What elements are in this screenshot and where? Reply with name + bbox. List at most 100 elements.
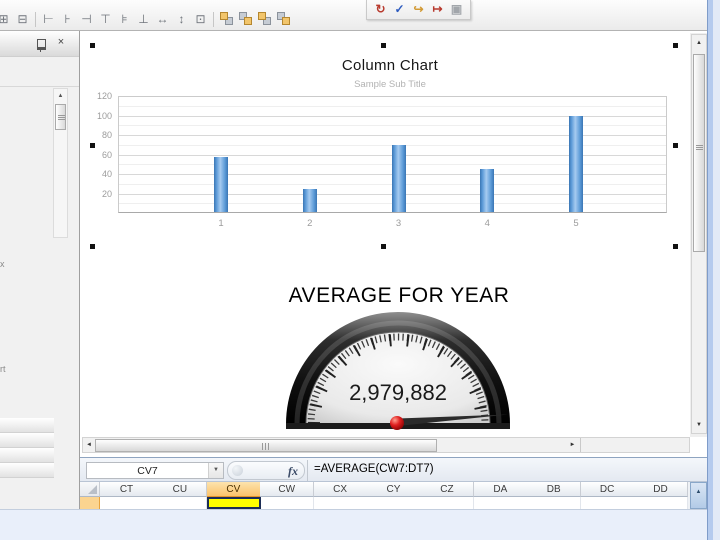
gauge-value: 2,979,882 — [349, 380, 447, 405]
cell-cu[interactable] — [153, 497, 208, 509]
scroll-down-icon[interactable]: ▼ — [693, 419, 705, 431]
cell-da[interactable] — [473, 497, 528, 509]
list-item[interactable] — [0, 418, 54, 433]
thumb-grip — [58, 115, 65, 120]
selection-handle[interactable] — [673, 143, 678, 148]
column-header-dc[interactable]: DC — [580, 482, 635, 497]
select-all-corner[interactable] — [80, 482, 100, 497]
selection-handle[interactable] — [673, 244, 678, 249]
panel-scrollbar[interactable]: ▲ — [53, 88, 68, 238]
refresh-icon[interactable]: ↻ — [371, 2, 390, 17]
scroll-up-icon[interactable]: ▲ — [55, 90, 66, 102]
sheet-header-area: CT CU CV CW CX CY CZ DA DB DC DD ▲ — [80, 482, 707, 509]
cell-db[interactable] — [527, 497, 582, 509]
same-height-icon[interactable]: ↕ — [172, 11, 191, 27]
bring-to-front-icon[interactable] — [217, 11, 236, 27]
cell-cz[interactable] — [420, 497, 475, 509]
cell-dc[interactable] — [580, 497, 635, 509]
window-border-outer — [713, 0, 720, 540]
selection-handle[interactable] — [673, 43, 678, 48]
column-header-ct[interactable]: CT — [100, 482, 154, 497]
cell-cv[interactable] — [206, 497, 261, 509]
y-axis-label: 20 — [101, 188, 112, 199]
scroll-up-icon[interactable]: ▲ — [693, 487, 704, 498]
formula-bar: CV7 ▼ fx =AVERAGE(CW7:DT7) — [80, 457, 707, 482]
toolbar-separator — [213, 11, 214, 27]
scroll-right-icon[interactable]: ► — [567, 439, 578, 452]
formula-bar-handle — [232, 465, 243, 476]
bring-forward-icon[interactable] — [255, 11, 274, 27]
gauge-object[interactable]: 2,979,882 — [283, 310, 513, 430]
selection-handle[interactable] — [381, 244, 386, 249]
toolbar-separator — [35, 11, 36, 27]
cell-cw[interactable] — [260, 497, 315, 509]
align-bottom-icon[interactable]: ⊥ — [134, 11, 153, 27]
row-header[interactable] — [80, 497, 100, 509]
column-header-cy[interactable]: CY — [367, 482, 421, 497]
name-box[interactable]: CV7 ▼ — [86, 462, 224, 479]
x-axis-label: 3 — [395, 218, 402, 229]
export-icon[interactable]: ↦ — [428, 2, 447, 17]
divider — [307, 460, 308, 481]
name-box-dropdown-icon[interactable]: ▼ — [208, 463, 223, 478]
align-middle-icon[interactable]: ⊧ — [115, 11, 134, 27]
same-size-icon[interactable]: ⊡ — [191, 11, 210, 27]
average-for-year-label[interactable]: AVERAGE FOR YEAR — [80, 284, 691, 308]
list-item[interactable] — [0, 448, 54, 463]
scrollbar-thumb[interactable] — [55, 104, 66, 130]
y-axis-label: 60 — [101, 149, 112, 160]
chart-subtitle: Sample Sub Title — [354, 79, 426, 90]
column-header-cx[interactable]: CX — [313, 482, 368, 497]
align-top-icon[interactable]: ⊤ — [96, 11, 115, 27]
pin-icon[interactable] — [37, 39, 46, 52]
selection-handle[interactable] — [90, 244, 95, 249]
align-center-icon[interactable]: ⊦ — [58, 11, 77, 27]
scrollbar-thumb[interactable] — [693, 54, 705, 252]
column-header-cz[interactable]: CZ — [420, 482, 475, 497]
same-width-icon[interactable]: ↔ — [153, 11, 172, 27]
align-right-icon[interactable]: ⊣ — [77, 11, 96, 27]
save-icon[interactable]: ▣ — [447, 2, 466, 17]
cell-ct[interactable] — [100, 497, 154, 509]
list-item[interactable] — [0, 463, 54, 478]
cell-cy[interactable] — [367, 497, 421, 509]
column-header-cv[interactable]: CV — [206, 482, 261, 497]
sheet-vertical-scrollbar[interactable]: ▲ — [690, 482, 707, 509]
edit-icon[interactable]: ✓ — [390, 2, 409, 17]
floating-toolbar: ↻ ✓ ↪ ↦ ▣ — [366, 0, 471, 20]
design-surface[interactable]: Column Chart Sample Sub Title 20 40 60 80 10… — [80, 31, 691, 437]
cell-dd[interactable] — [634, 497, 688, 509]
formula-input[interactable]: =AVERAGE(CW7:DT7) — [314, 463, 694, 475]
send-backward-icon[interactable] — [274, 11, 293, 27]
scrollbar-thumb[interactable] — [95, 439, 437, 452]
clipped-label: rt — [0, 364, 6, 374]
group-icon[interactable]: ⊞ — [0, 11, 13, 27]
cell-cx[interactable] — [313, 497, 368, 509]
vertical-scrollbar[interactable]: ▲ ▼ — [691, 34, 707, 434]
column-header-da[interactable]: DA — [473, 482, 528, 497]
insert-function-area[interactable]: fx — [227, 461, 305, 480]
selection-handle[interactable] — [90, 43, 95, 48]
side-panel-header: × — [0, 31, 79, 57]
list-item[interactable] — [0, 433, 54, 448]
column-header-cu[interactable]: CU — [153, 482, 208, 497]
ungroup-icon[interactable]: ⊟ — [13, 11, 32, 27]
column-header-cw[interactable]: CW — [260, 482, 315, 497]
x-axis-label: 1 — [218, 218, 224, 229]
close-icon[interactable]: × — [55, 36, 67, 49]
redo-icon[interactable]: ↪ — [409, 2, 428, 17]
scroll-left-icon[interactable]: ◄ — [84, 439, 94, 452]
x-axis-label: 5 — [573, 218, 579, 229]
selection-handle[interactable] — [381, 43, 386, 48]
horizontal-scrollbar[interactable]: ◄ ► — [82, 437, 690, 453]
column-header-db[interactable]: DB — [527, 482, 582, 497]
y-axis-label: 80 — [101, 130, 112, 140]
send-to-back-icon[interactable] — [236, 11, 255, 27]
scroll-up-icon[interactable]: ▲ — [693, 37, 705, 49]
selection-handle[interactable] — [90, 143, 95, 148]
plot-border — [118, 96, 667, 213]
align-left-icon[interactable]: ⊢ — [39, 11, 58, 27]
fx-icon[interactable]: fx — [288, 464, 298, 479]
name-box-value[interactable]: CV7 — [87, 465, 208, 477]
column-header-dd[interactable]: DD — [634, 482, 688, 497]
